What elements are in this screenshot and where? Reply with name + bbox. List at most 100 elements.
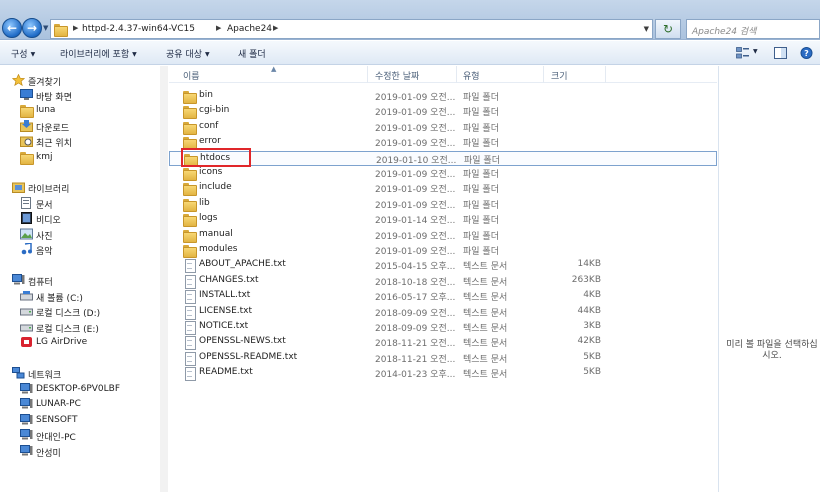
file-size: 5KB — [583, 367, 601, 378]
address-history-chevron-icon[interactable]: ▼ — [644, 25, 649, 33]
file-type: 텍스트 문서 — [463, 293, 508, 304]
network-computer-icon — [20, 398, 33, 409]
highlight-annotation-box — [181, 148, 251, 167]
file-modified-date: 2019-01-09 오전... — [375, 170, 456, 180]
file-name: modules — [199, 244, 238, 254]
text-document-icon — [183, 290, 196, 305]
network-computer-icon — [20, 414, 33, 425]
navigation-scrollbar[interactable] — [160, 66, 168, 492]
file-row[interactable]: bin 2019-01-09 오전... 파일 폴더 — [169, 89, 717, 104]
file-row[interactable]: LICENSE.txt 2018-09-09 오전... 텍스트 문서 44KB — [169, 305, 717, 320]
command-bar: 구성 ▼ 라이브러리에 포함 ▼ 공유 대상 ▼ 새 폴더 ▼ ? — [0, 41, 820, 65]
text-document-icon — [183, 351, 196, 366]
file-row[interactable]: lib 2019-01-09 오전... 파일 폴더 — [169, 197, 717, 212]
column-divider[interactable] — [456, 66, 457, 83]
search-placeholder: Apache24 검색 — [692, 27, 757, 37]
file-size: 42KB — [577, 336, 601, 347]
file-row[interactable]: OPENSSL-NEWS.txt 2018-11-21 오전... 텍스트 문서 42… — [169, 335, 717, 351]
pictures-icon — [20, 228, 33, 240]
breadcrumb-item[interactable]: httpd-2.4.37-win64-VC15 — [82, 24, 195, 34]
refresh-icon[interactable]: ↻ — [655, 19, 681, 39]
file-row[interactable]: modules 2019-01-09 오전... 파일 폴더 — [169, 243, 717, 258]
file-type: 파일 폴더 — [463, 170, 499, 180]
include-library-button[interactable]: 라이브러리에 포함 ▼ — [60, 47, 137, 60]
file-name: CHANGES.txt — [199, 274, 259, 285]
file-row[interactable]: CHANGES.txt 2018-10-18 오전... 텍스트 문서 263KB — [169, 274, 717, 289]
file-name: NOTICE.txt — [199, 321, 249, 331]
help-icon[interactable]: ? — [800, 47, 813, 59]
airdrive-icon — [21, 337, 32, 347]
file-modified-date: 2018-11-21 오전... — [375, 339, 456, 350]
address-field[interactable]: ▶ httpd-2.4.37-win64-VC15 ▶ Apache24 ▶ ▼ — [50, 19, 653, 39]
file-row[interactable]: README.txt 2014-01-23 오후... 텍스트 문서 5KB — [169, 366, 717, 382]
file-type: 파일 폴더 — [463, 123, 499, 134]
column-header-size[interactable]: 크기 — [551, 69, 568, 82]
breadcrumb-chevron-icon[interactable]: ▶ — [73, 24, 78, 32]
text-document-icon — [183, 259, 196, 274]
file-list: ▲ 이름 수정한 날짜 유형 크기 bin 2019-01-09 오전... 파일 … — [169, 65, 717, 492]
file-row[interactable]: ABOUT_APACHE.txt 2015-04-15 오후... 텍스트 문서 14… — [169, 258, 717, 274]
file-row[interactable]: INSTALL.txt 2016-05-17 오후... 텍스트 문서 4KB — [169, 289, 717, 305]
file-row[interactable]: OPENSSL-README.txt 2018-11-21 오전... 텍스트 문서… — [169, 351, 717, 366]
preview-pane-icon[interactable] — [774, 47, 787, 59]
file-name: README.txt — [199, 367, 253, 378]
star-icon — [12, 74, 25, 86]
file-name: cgi-bin — [199, 105, 230, 116]
view-options-chevron-icon[interactable]: ▼ — [753, 48, 758, 55]
file-row[interactable]: include 2019-01-09 오전... 파일 폴더 — [169, 181, 717, 197]
drive-icon — [20, 308, 33, 316]
text-document-icon — [183, 321, 196, 335]
folder-icon — [183, 90, 197, 104]
file-row[interactable]: icons 2019-01-09 오전... 파일 폴더 — [169, 166, 717, 181]
text-document-icon — [183, 305, 196, 320]
file-type: 파일 폴더 — [464, 155, 500, 166]
file-row[interactable]: cgi-bin 2019-01-09 오전... 파일 폴더 — [169, 104, 717, 120]
file-modified-date: 2019-01-14 오전... — [375, 216, 456, 227]
recent-pages-chevron-icon[interactable]: ▼ — [43, 24, 48, 32]
breadcrumb-chevron-icon[interactable]: ▶ — [216, 24, 221, 32]
breadcrumb-item[interactable]: Apache24 — [227, 24, 272, 34]
file-row[interactable]: htdocs 2019-01-10 오전... 파일 폴더 — [169, 150, 717, 167]
library-icon — [12, 182, 25, 193]
file-size: 44KB — [577, 305, 601, 316]
file-row[interactable]: logs 2019-01-14 오전... 파일 폴더 — [169, 212, 717, 228]
file-type: 텍스트 문서 — [463, 339, 508, 350]
file-type: 파일 폴더 — [463, 216, 499, 227]
file-name: INSTALL.txt — [199, 290, 251, 301]
svg-text:?: ? — [804, 49, 809, 58]
folder-icon — [183, 198, 197, 212]
file-name: manual — [199, 228, 233, 239]
file-modified-date: 2016-05-17 오후... — [375, 293, 456, 304]
file-name: LICENSE.txt — [199, 305, 253, 316]
file-row[interactable]: manual 2019-01-09 오전... 파일 폴더 — [169, 228, 717, 243]
forward-arrow-icon[interactable]: → — [22, 18, 42, 38]
file-modified-date: 2019-01-10 오전... — [376, 155, 457, 166]
column-header-row: ▲ 이름 수정한 날짜 유형 크기 — [169, 65, 717, 83]
chevron-down-icon: ▼ — [204, 51, 210, 58]
file-modified-date: 2019-01-09 오전... — [375, 108, 456, 119]
file-row[interactable]: error 2019-01-09 오전... 파일 폴더 — [169, 135, 717, 151]
file-row[interactable]: NOTICE.txt 2018-09-09 오전... 텍스트 문서 3KB — [169, 320, 717, 335]
back-arrow-icon[interactable]: ← — [2, 18, 22, 38]
file-modified-date: 2019-01-09 오전... — [375, 200, 456, 211]
column-header-name[interactable]: 이름 — [183, 69, 200, 82]
column-divider[interactable] — [605, 66, 606, 83]
column-header-type[interactable]: 유형 — [463, 69, 480, 82]
file-modified-date: 2019-01-09 오전... — [375, 139, 456, 150]
organize-button[interactable]: 구성 ▼ — [11, 47, 35, 60]
change-view-icon[interactable] — [736, 47, 749, 59]
search-input[interactable]: Apache24 검색 — [686, 19, 820, 39]
share-button[interactable]: 공유 대상 ▼ — [166, 47, 210, 60]
column-divider[interactable] — [367, 66, 368, 83]
file-type: 파일 폴더 — [463, 139, 499, 150]
folder-icon — [54, 23, 68, 37]
breadcrumb-chevron-icon[interactable]: ▶ — [273, 24, 278, 32]
videos-icon — [21, 212, 32, 224]
file-name: OPENSSL-README.txt — [199, 351, 298, 362]
folder-icon — [183, 167, 197, 181]
folder-icon — [183, 136, 197, 151]
column-header-modified[interactable]: 수정한 날짜 — [375, 69, 419, 82]
column-divider[interactable] — [543, 66, 544, 83]
new-folder-button[interactable]: 새 폴더 — [238, 47, 266, 60]
file-row[interactable]: conf 2019-01-09 오전... 파일 폴더 — [169, 120, 717, 135]
